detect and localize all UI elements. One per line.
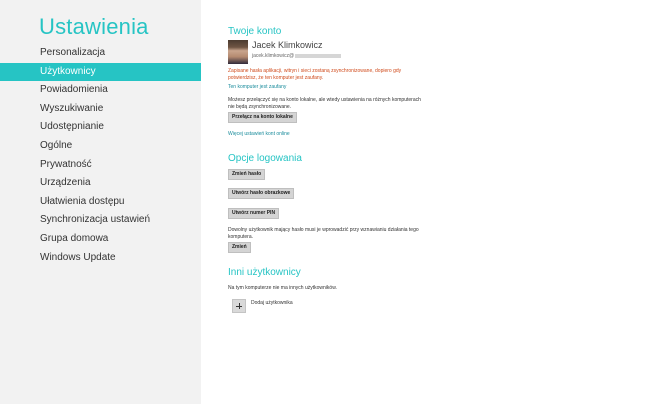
- nav-item-uzytkownicy[interactable]: Użytkownicy: [0, 62, 201, 82]
- nav-item-urzadzenia[interactable]: Urządzenia: [0, 174, 201, 193]
- avatar: [228, 40, 248, 64]
- plus-icon[interactable]: [232, 299, 246, 313]
- nav-item-synchronizacja[interactable]: Synchronizacja ustawień: [0, 211, 201, 230]
- change-wake-policy-button[interactable]: Zmień: [228, 242, 251, 253]
- main-content: Twoje konto Jacek Klimkowicz jacek.klimk…: [201, 0, 646, 404]
- sidebar-title: Ustawienia: [39, 14, 149, 39]
- nav-item-udostepnianie[interactable]: Udostępnianie: [0, 118, 201, 137]
- nav-item-ulatwienia-dostepu[interactable]: Ułatwienia dostępu: [0, 193, 201, 212]
- user-email: jacek.klimkowicz@: [252, 53, 342, 59]
- sync-warning-text: Zapisane hasła aplikacji, witryn i sieci…: [228, 68, 402, 81]
- nav-item-prywatnosc[interactable]: Prywatność: [0, 156, 201, 175]
- settings-nav: Personalizacja Użytkownicy Powiadomienia…: [0, 44, 201, 267]
- email-redaction: [295, 53, 342, 58]
- picture-password-button[interactable]: Utwórz hasło obrazkowe: [228, 188, 295, 199]
- nav-item-personalizacja[interactable]: Personalizacja: [0, 44, 201, 63]
- nav-item-windows-update[interactable]: Windows Update: [0, 249, 201, 268]
- nav-item-powiadomienia[interactable]: Powiadomienia: [0, 81, 201, 100]
- section-title-other-users: Inni użytkownicy: [228, 267, 301, 278]
- wake-password-text: Dowolny użytkownik mający hasło musi je …: [228, 227, 419, 240]
- create-pin-button[interactable]: Utwórz numer PIN: [228, 208, 280, 219]
- switch-local-text: Możesz przełączyć się na konto lokalne, …: [228, 97, 421, 110]
- change-password-button[interactable]: Zmień hasło: [228, 169, 266, 180]
- more-online-settings-link[interactable]: Więcej ustawień kont online: [228, 131, 290, 137]
- nav-item-ogolne[interactable]: Ogólne: [0, 137, 201, 156]
- switch-local-account-button[interactable]: Przełącz na konto lokalne: [228, 112, 297, 123]
- nav-item-wyszukiwanie[interactable]: Wyszukiwanie: [0, 100, 201, 119]
- trust-pc-link[interactable]: Ten komputer jest zaufany: [228, 84, 286, 90]
- user-account-block: Jacek Klimkowicz jacek.klimkowicz@: [228, 40, 428, 64]
- nav-item-grupa-domowa[interactable]: Grupa domowa: [0, 230, 201, 249]
- add-user-label: Dodaj użytkownika: [251, 300, 293, 306]
- user-email-prefix: jacek.klimkowicz@: [252, 53, 295, 59]
- no-other-users-text: Na tym komputerze nie ma innych użytkown…: [228, 285, 337, 291]
- settings-sidebar: Ustawienia Personalizacja Użytkownicy Po…: [0, 0, 201, 404]
- section-title-account: Twoje konto: [228, 26, 282, 37]
- section-title-login-options: Opcje logowania: [228, 153, 302, 164]
- user-name: Jacek Klimkowicz: [252, 40, 323, 50]
